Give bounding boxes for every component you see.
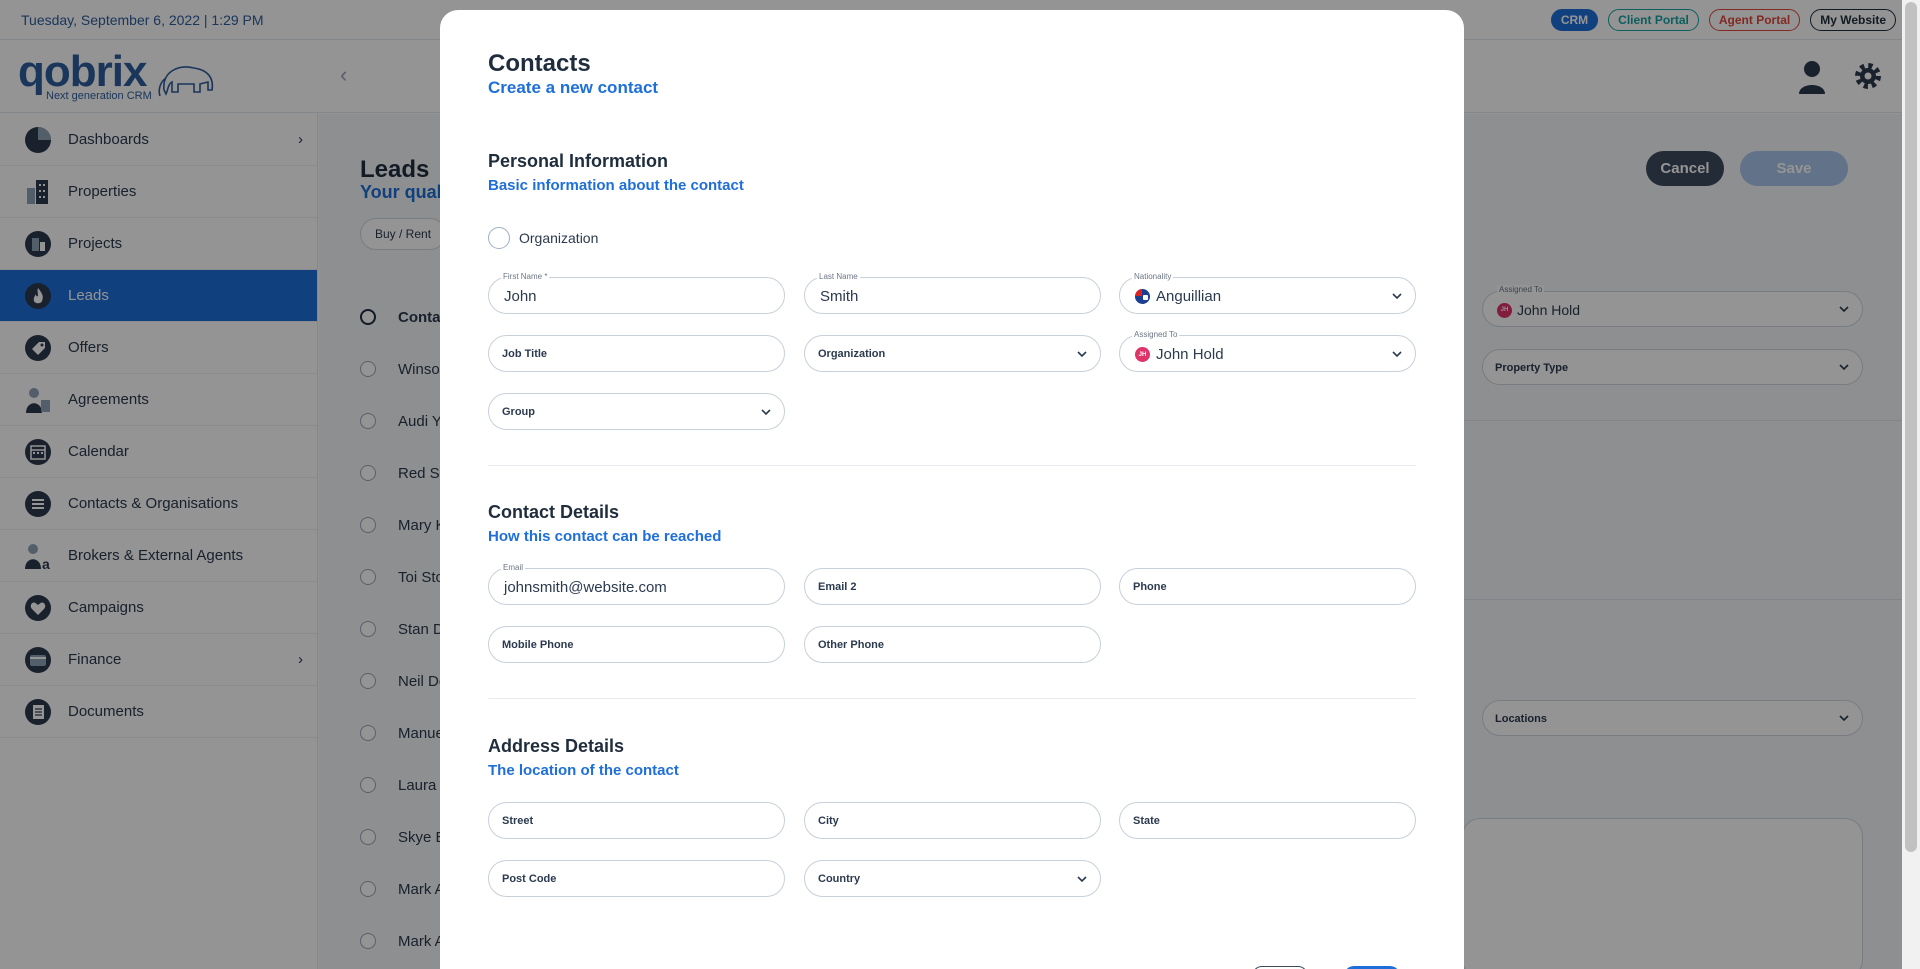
section-title-address: Address Details (488, 736, 625, 756)
nationality-select[interactable]: Nationality Anguillian (1119, 272, 1416, 314)
field-placeholder: Country (818, 873, 861, 885)
chevron-down-icon (1077, 351, 1087, 358)
chevron-down-icon (1077, 876, 1087, 883)
mobile-phone-field[interactable]: Mobile Phone (488, 626, 785, 663)
job-title-field[interactable]: Job Title (488, 335, 785, 372)
field-placeholder: Group (502, 406, 535, 418)
field-placeholder: Organization (818, 348, 886, 360)
assigned-value: John Hold (1156, 346, 1224, 363)
email-field[interactable]: Email johnsmith@website.com (488, 563, 785, 605)
email-value: johnsmith@website.com (504, 579, 667, 596)
chevron-down-icon (1392, 293, 1402, 300)
field-label: Nationality (1132, 272, 1174, 282)
modal-subtitle: Create a new contact (488, 78, 659, 97)
field-label: Assigned To (1132, 330, 1180, 340)
last-name-field[interactable]: Last Name Smith (804, 272, 1101, 314)
page-scrollbar[interactable] (1902, 0, 1920, 969)
email-2-field[interactable]: Email 2 (804, 568, 1101, 605)
post-code-field[interactable]: Post Code (488, 860, 785, 897)
organization-radio[interactable] (488, 227, 510, 249)
section-subtitle-personal: Basic information about the contact (488, 177, 744, 194)
section-subtitle-contact: How this contact can be reached (488, 528, 722, 545)
avatar: JH (1135, 347, 1150, 362)
modal-title: Contacts (488, 50, 591, 77)
city-field[interactable]: City (804, 802, 1101, 839)
first-name-value: John (504, 288, 537, 305)
field-label: Email (501, 563, 526, 573)
first-name-field[interactable]: First Name * John (488, 272, 785, 314)
group-select[interactable]: Group (488, 393, 785, 430)
section-divider (488, 465, 1416, 466)
field-placeholder: Street (502, 815, 534, 827)
organization-toggle[interactable]: Organization (488, 227, 598, 249)
section-title-contact: Contact Details (488, 502, 620, 522)
nationality-value: Anguillian (1156, 288, 1222, 305)
field-placeholder: Phone (1133, 581, 1167, 593)
field-placeholder: Email 2 (818, 581, 857, 593)
field-label: Last Name (817, 272, 860, 282)
anguilla-flag-icon (1135, 289, 1150, 304)
chevron-down-icon (761, 409, 771, 416)
field-label: First Name * (501, 272, 550, 282)
section-title-personal: Personal Information (488, 151, 669, 171)
field-placeholder: City (818, 815, 839, 827)
section-subtitle-address: The location of the contact (488, 762, 679, 779)
country-select[interactable]: Country (804, 860, 1101, 897)
scrollbar-thumb[interactable] (1905, 2, 1917, 852)
section-divider (488, 698, 1416, 699)
field-placeholder: Post Code (502, 873, 557, 885)
organization-toggle-label: Organization (519, 230, 599, 246)
last-name-value: Smith (820, 288, 859, 305)
phone-field[interactable]: Phone (1119, 568, 1416, 605)
field-placeholder: Other Phone (818, 639, 885, 651)
other-phone-field[interactable]: Other Phone (804, 626, 1101, 663)
field-placeholder: Mobile Phone (502, 639, 574, 651)
assigned-to-select[interactable]: Assigned To JH John Hold (1119, 330, 1416, 372)
chevron-down-icon (1392, 351, 1402, 358)
field-placeholder: Job Title (502, 348, 548, 360)
field-placeholder: State (1133, 815, 1160, 827)
street-field[interactable]: Street (488, 802, 785, 839)
create-contact-modal: Contacts Create a new contact Personal I… (440, 10, 1464, 969)
organization-select[interactable]: Organization (804, 335, 1101, 372)
state-field[interactable]: State (1119, 802, 1416, 839)
